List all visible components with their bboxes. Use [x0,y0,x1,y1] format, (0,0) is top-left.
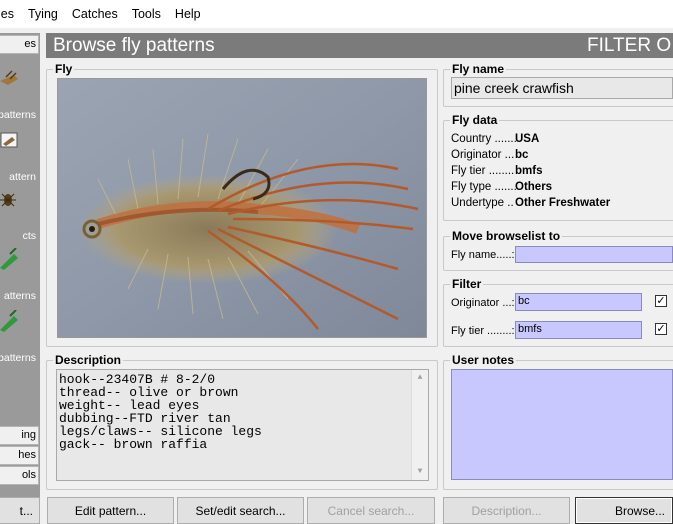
filter-indicator: FILTER O [587,35,672,56]
set-edit-search-button[interactable]: Set/edit search... [177,497,304,524]
sidebar: es patterns attern cts atterns patterns … [0,33,40,498]
user-notes-legend: User notes [452,353,515,367]
sidebar-item-label: patterns [0,109,36,121]
sidebar-item-label: atterns [3,290,36,302]
page-title-bar: Browse fly patterns FILTER O [46,33,673,58]
move-browselist-legend: Move browselist to [452,229,561,243]
sidebar-item-label: attern [9,171,36,183]
fly-data-row-country: Country .......USA [451,133,539,145]
filter-tier-input[interactable]: bmfs [515,321,642,339]
scroll-up-arrow-icon[interactable]: ▲ [412,370,428,386]
fly-data-key: Fly tier ........ [451,165,515,177]
edit-pattern-button[interactable]: Edit pattern... [47,497,174,524]
fly-data-key: Originator ... [451,149,515,161]
fly-name-legend: Fly name [452,62,505,76]
fly-data-value: bmfs [515,165,543,177]
sidebar-item-label: patterns [0,352,36,364]
description-legend: Description [55,353,122,367]
filter-originator-input[interactable]: bc [515,293,642,311]
fly-panel-legend: Fly [55,62,73,76]
fly-icon [0,70,18,85]
sidebar-item-label: cts [22,230,36,242]
fly-data-value: USA [515,133,540,145]
menu-item-tools[interactable]: Tools [125,7,168,21]
fly-name-value: pine creek crawfish [451,77,673,99]
print-button[interactable]: t... [0,497,40,524]
insect-icon [0,193,16,207]
filter-originator-checkbox[interactable]: ✓ [655,295,667,307]
description-button[interactable]: Description... [443,497,570,524]
fly-data-value: Other Freshwater [515,197,611,209]
filter-tier-checkbox[interactable]: ✓ [655,323,667,335]
fly-data-key: Fly type ....... [451,181,517,193]
scroll-down-arrow-icon[interactable]: ▼ [412,464,428,480]
filter-originator-label: Originator ...: [451,297,515,309]
green-fly-icon [0,310,18,332]
description-line: gack-- brown raffia [59,437,208,452]
checkmark-icon: ✓ [656,323,666,335]
menu-item-tying[interactable]: Tying [21,7,65,21]
filter-tier-label: Fly tier ........: [451,325,515,337]
sidebar-tab-flies[interactable]: es [0,35,39,54]
menu-item-catches[interactable]: Catches [65,7,125,21]
fly-data-row-type: Fly type .......Others [451,181,552,193]
page-title: Browse fly patterns [53,35,215,56]
user-notes-textarea[interactable] [451,369,673,480]
fly-data-key: Undertype .. [451,197,514,209]
description-scrollbar[interactable]: ▲ ▼ [411,370,428,480]
fly-data-legend: Fly data [452,113,498,127]
filter-legend: Filter [452,277,482,291]
move-fly-name-input[interactable] [515,246,673,263]
sidebar-tab-tools[interactable]: ols [0,466,39,485]
sidebar-tab-tying[interactable]: ing [0,426,39,445]
fly-photo [57,78,427,338]
description-text[interactable]: hook--23407B # 8-2/0 thread-- olive or br… [56,369,429,481]
fly-data-key: Country ....... [451,133,517,145]
menu-item-files[interactable]: ies [0,7,21,21]
fly-data-value: Others [515,181,553,193]
sidebar-item-patterns-3[interactable]: patterns [0,310,40,370]
fly-data-row-undertype: Undertype ..Other Freshwater [451,197,610,209]
fly-pattern-icon [0,132,18,148]
green-fly-icon [0,248,18,270]
sidebar-item-patterns[interactable]: patterns [0,67,40,127]
fly-data-row-originator: Originator ...bc [451,149,528,161]
sidebar-tab-catches[interactable]: hes [0,446,39,465]
sidebar-item-patterns-2[interactable]: atterns [0,248,40,308]
menu-item-help[interactable]: Help [168,7,208,21]
move-fly-name-label: Fly name.....: [451,249,515,261]
sidebar-item-insects[interactable]: cts [0,188,40,248]
fly-data-value: bc [515,149,529,161]
sidebar-item-pattern[interactable]: attern [0,129,40,189]
fly-data-row-tier: Fly tier ........bmfs [451,165,542,177]
menu-bar: ies Tying Catches Tools Help [0,0,673,28]
browse-button[interactable]: Browse... [575,497,673,524]
cancel-search-button[interactable]: Cancel search... [307,497,435,524]
checkmark-icon: ✓ [656,295,666,307]
